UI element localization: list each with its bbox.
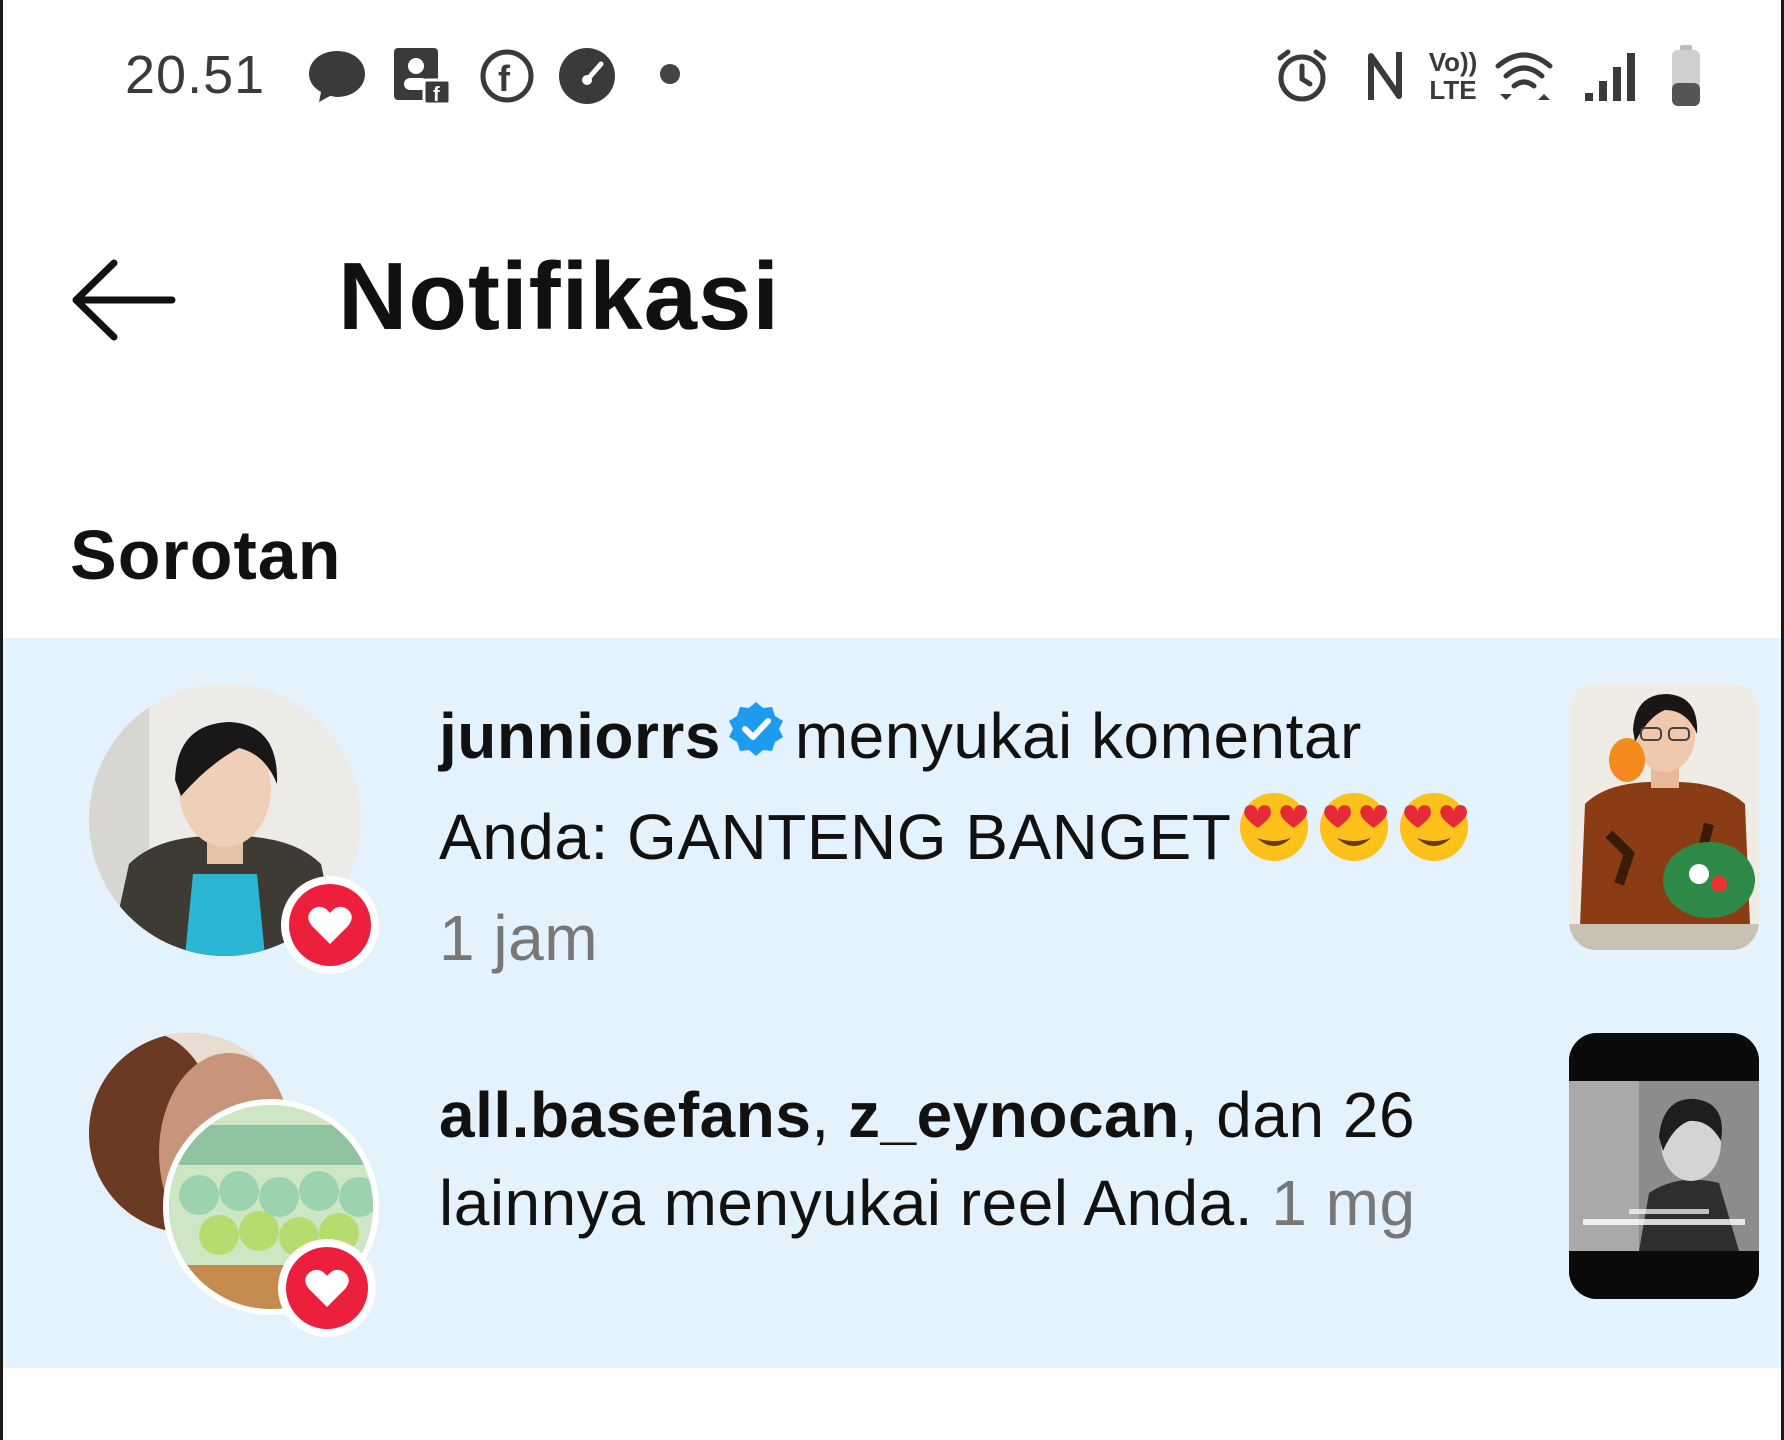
alarm-icon	[1270, 44, 1334, 108]
more-notifications-dot	[660, 64, 680, 84]
notification-line-2: Anda: GANTENG BANGET	[439, 790, 1499, 894]
notification-text: junniorrs menyukai komentar Anda: GANTENG…	[439, 692, 1499, 982]
volte-label-bottom: LTE	[1429, 75, 1477, 105]
speedometer-icon	[555, 44, 619, 108]
notification-line-2: lainnya menyukai reel Anda. 1 mg	[439, 1159, 1499, 1247]
status-bar: 20.51 f f Vo)) LTE	[0, 0, 1784, 150]
messenger-icon	[305, 44, 369, 108]
page-title: Notifikasi	[338, 243, 781, 350]
wifi-icon	[1494, 44, 1554, 108]
heart-eyes-emoji	[1317, 790, 1391, 886]
notification-text: all.basefans, z_eynocan, dan 26 lainnya …	[439, 1071, 1499, 1247]
like-badge	[281, 876, 379, 974]
like-badge	[278, 1239, 376, 1337]
notification-action: menyukai komentar	[794, 700, 1362, 772]
username[interactable]: junniorrs	[439, 700, 721, 772]
others-count: , dan 26	[1179, 1079, 1416, 1151]
battery-icon	[1668, 44, 1704, 108]
username[interactable]: z_eynocan	[848, 1079, 1180, 1151]
heart-icon	[289, 884, 371, 966]
heart-icon	[286, 1247, 368, 1329]
username[interactable]: all.basefans	[439, 1079, 811, 1151]
verified-badge-icon	[727, 692, 785, 780]
arrow-left-icon	[72, 259, 176, 341]
heart-eyes-emoji	[1397, 790, 1471, 886]
notification-action: lainnya menyukai reel Anda.	[439, 1167, 1253, 1239]
facebook-page-icon: f	[390, 44, 454, 108]
comment-post-thumbnail[interactable]	[1569, 684, 1759, 950]
separator: ,	[811, 1079, 848, 1151]
notification-item[interactable]: junniorrs menyukai komentar Anda: GANTENG…	[3, 638, 1781, 998]
notification-line-1: all.basefans, z_eynocan, dan 26	[439, 1071, 1499, 1159]
highlights-panel: junniorrs menyukai komentar Anda: GANTENG…	[3, 638, 1781, 1368]
notification-line-1: junniorrs menyukai komentar	[439, 692, 1499, 790]
svg-text:f: f	[433, 84, 440, 106]
section-title: Sorotan	[70, 516, 342, 594]
reel-thumbnail[interactable]	[1569, 1033, 1759, 1299]
nfc-icon	[1360, 44, 1410, 108]
volte-icon: Vo)) LTE	[1425, 44, 1481, 108]
volte-label-top: Vo))	[1428, 47, 1478, 77]
comment-prefix: Anda:	[439, 801, 628, 873]
comment-text: GANTENG BANGET	[627, 801, 1232, 873]
notification-time: 1 mg	[1271, 1167, 1416, 1239]
svg-text:f: f	[498, 58, 511, 99]
status-time: 20.51	[125, 45, 266, 105]
facebook-icon: f	[475, 44, 539, 108]
notification-item[interactable]: all.basefans, z_eynocan, dan 26 lainnya …	[3, 1003, 1781, 1363]
signal-icon	[1582, 44, 1642, 108]
heart-eyes-emoji	[1237, 790, 1311, 886]
notification-time: 1 jam	[439, 902, 598, 975]
back-button[interactable]	[68, 255, 188, 355]
